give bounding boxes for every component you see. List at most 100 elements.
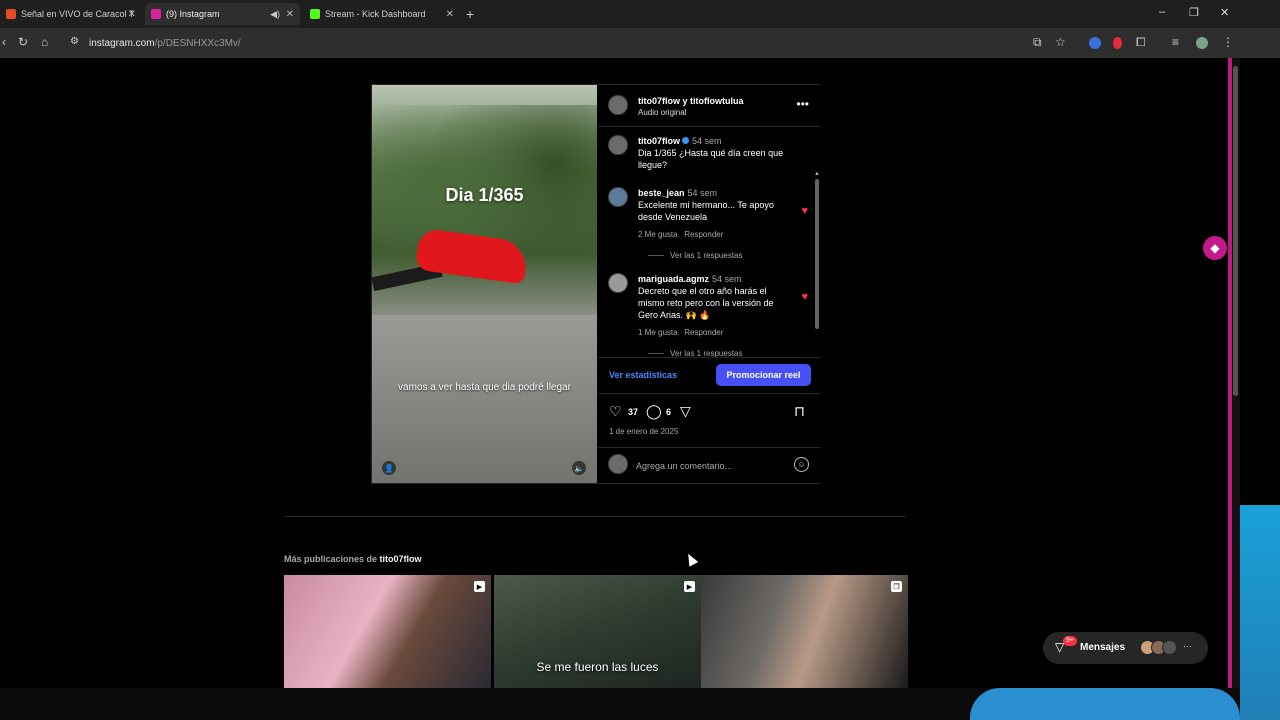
tab-title: Señal en VIVO de Caracol Telev	[21, 9, 133, 19]
address-bar: ‹ ↻ ⌂ ⚙ instagram.com/p/DESNHXXc3Mv/ ⧉ ☆…	[0, 28, 1280, 58]
url-host: instagram.com	[89, 37, 155, 49]
view-replies-link[interactable]: Ver las 1 respuestas	[648, 349, 742, 357]
site-settings-icon[interactable]: ⚙	[70, 36, 79, 47]
post-header: tito07flow y titoflowtulua Audio origina…	[598, 85, 821, 127]
close-tab-icon[interactable]: ✕	[446, 9, 454, 20]
more-posts-grid: ▶ ▶ Se me fueron las luces ❐	[284, 575, 908, 688]
restore-icon[interactable]: ❐	[1189, 6, 1199, 19]
stream-edge-highlight	[1228, 58, 1232, 688]
close-tab-icon[interactable]: ✕	[286, 9, 294, 20]
speaker-icon[interactable]: ◀)	[270, 9, 280, 20]
post-thumbnail[interactable]: ❐	[701, 575, 908, 688]
view-replies-link[interactable]: Ver las 1 respuestas	[648, 251, 742, 260]
view-stats-link[interactable]: Ver estadísticas	[609, 370, 677, 380]
extensions-puzzle-icon[interactable]: ⧠	[1136, 35, 1146, 50]
page-scrollbar[interactable]	[1228, 58, 1240, 688]
scrollbar-thumb[interactable]	[1233, 66, 1238, 396]
bookmark-star-icon[interactable]: ☆	[1055, 35, 1066, 49]
comment-meta: 1 Me gusta Responder	[638, 328, 723, 337]
comment-likes[interactable]: 2 Me gusta	[638, 230, 678, 239]
url-input[interactable]: instagram.com/p/DESNHXXc3Mv/	[89, 32, 1049, 54]
post-thumbnail[interactable]: ▶	[284, 575, 491, 688]
more-posts-prefix: Más publicaciones de	[284, 554, 378, 564]
promote-reel-button[interactable]: Promocionar reel	[716, 364, 811, 386]
close-window-icon[interactable]: ✕	[1220, 6, 1229, 19]
tagged-user-icon[interactable]: 👤	[382, 461, 396, 475]
comments-count: 6	[666, 407, 672, 417]
like-heart-icon[interactable]: ♡	[609, 403, 622, 420]
audio-label[interactable]: Audio original	[638, 108, 686, 117]
video-road	[372, 315, 597, 483]
post-authors[interactable]: tito07flow y titoflowtulua	[638, 96, 744, 106]
post-actions: ♡ 37 ◯ 6 ▽ ⊓ 1 de enero de 2025	[598, 393, 821, 443]
emoji-picker-icon[interactable]: ☺	[794, 457, 809, 472]
comment-bubble-icon[interactable]: ◯	[646, 403, 662, 420]
comment-meta: 2 Me gusta Responder	[638, 230, 723, 239]
reload-icon[interactable]: ↻	[18, 35, 28, 49]
menu-kebab-icon[interactable]: ⋮	[1222, 35, 1234, 49]
comments-scrollbar[interactable]: ▲ ▼	[814, 171, 820, 357]
new-tab-icon[interactable]: +	[466, 6, 474, 22]
floating-action-icon[interactable]: ◆	[1203, 236, 1227, 260]
url-path: /p/DESNHXXc3Mv/	[154, 37, 241, 49]
comment-time: 54 sem	[712, 274, 742, 284]
media-control-icon[interactable]: ≡	[1172, 35, 1179, 49]
comment-input[interactable]	[636, 458, 776, 474]
comment-text: Decreto que el otro año harás el mismo r…	[638, 286, 774, 320]
instagram-favicon-icon	[151, 9, 161, 19]
back-icon[interactable]: ‹	[2, 35, 6, 49]
comments-scroll-thumb[interactable]	[815, 179, 819, 329]
comment-text: Dia 1/365 ¿Hasta qué día creen que llegu…	[638, 148, 784, 170]
tab-caracol[interactable]: Señal en VIVO de Caracol Telev ✕	[0, 3, 142, 25]
share-send-icon[interactable]: ▽	[680, 403, 691, 420]
tab-kick[interactable]: Stream - Kick Dashboard ✕	[304, 3, 460, 25]
author-avatar[interactable]	[608, 95, 628, 115]
post-date: 1 de enero de 2025	[609, 427, 679, 436]
reel-icon: ▶	[474, 581, 485, 592]
reply-link[interactable]: Responder	[684, 328, 723, 337]
extension-red-icon[interactable]	[1113, 37, 1122, 49]
likes-count[interactable]: 37	[628, 407, 638, 417]
scroll-up-icon[interactable]: ▲	[814, 171, 820, 177]
reel-video[interactable]: Dia 1/365 vamos a ver hasta que dia podr…	[372, 85, 597, 483]
close-tab-icon[interactable]: ✕	[128, 9, 136, 20]
profile-avatar-icon[interactable]	[1196, 37, 1208, 49]
comment-user[interactable]: mariguada.agmz	[638, 274, 709, 284]
comment-text: Excelente mi hermano... Te apoyo desde V…	[638, 200, 774, 222]
tab-title: Stream - Kick Dashboard	[325, 9, 426, 19]
minimize-icon[interactable]: –	[1159, 6, 1165, 18]
tab-instagram[interactable]: (9) Instagram ◀) ✕	[145, 3, 300, 25]
messages-label: Mensajes	[1080, 642, 1126, 653]
avatar[interactable]	[608, 187, 628, 207]
verified-badge-icon	[682, 137, 689, 144]
messages-button[interactable]: ▽ 9+ Mensajes ···	[1043, 632, 1208, 664]
liked-heart-icon[interactable]: ♥	[801, 205, 808, 217]
reply-link[interactable]: Responder	[684, 230, 723, 239]
own-avatar	[608, 454, 628, 474]
tab-title: (9) Instagram	[166, 9, 220, 19]
video-caption: vamos a ver hasta que dia podré llegar	[398, 382, 571, 393]
promo-row: Ver estadísticas Promocionar reel	[598, 357, 821, 389]
save-bookmark-icon[interactable]: ⊓	[794, 403, 805, 420]
comment-time: 54 sem	[692, 136, 722, 146]
extension-blue-icon[interactable]	[1089, 37, 1101, 49]
comment-user[interactable]: beste_jean	[638, 188, 685, 198]
more-posts-user[interactable]: tito07flow	[380, 554, 422, 564]
comment-likes[interactable]: 1 Me gusta	[638, 328, 678, 337]
liked-heart-icon[interactable]: ♥	[801, 291, 808, 303]
reel-icon: ▶	[684, 581, 695, 592]
home-icon[interactable]: ⌂	[41, 35, 48, 49]
messages-badge: 9+	[1063, 636, 1077, 646]
comment-user[interactable]: tito07flow	[638, 136, 680, 146]
install-icon[interactable]: ⧉	[1033, 35, 1042, 50]
add-comment-bar: ☺	[598, 447, 821, 483]
section-divider	[284, 516, 906, 517]
more-options-icon[interactable]: •••	[796, 97, 809, 111]
avatar[interactable]	[608, 273, 628, 293]
mute-icon[interactable]: 🔈	[572, 461, 586, 475]
kick-favicon-icon	[310, 9, 320, 19]
post-thumbnail[interactable]: ▶ Se me fueron las luces	[494, 575, 701, 688]
video-overlay-title: Dia 1/365	[445, 185, 524, 205]
comments-list: tito07flow 54 sem Dia 1/365 ¿Hasta qué dí…	[598, 127, 821, 357]
avatar[interactable]	[608, 135, 628, 155]
